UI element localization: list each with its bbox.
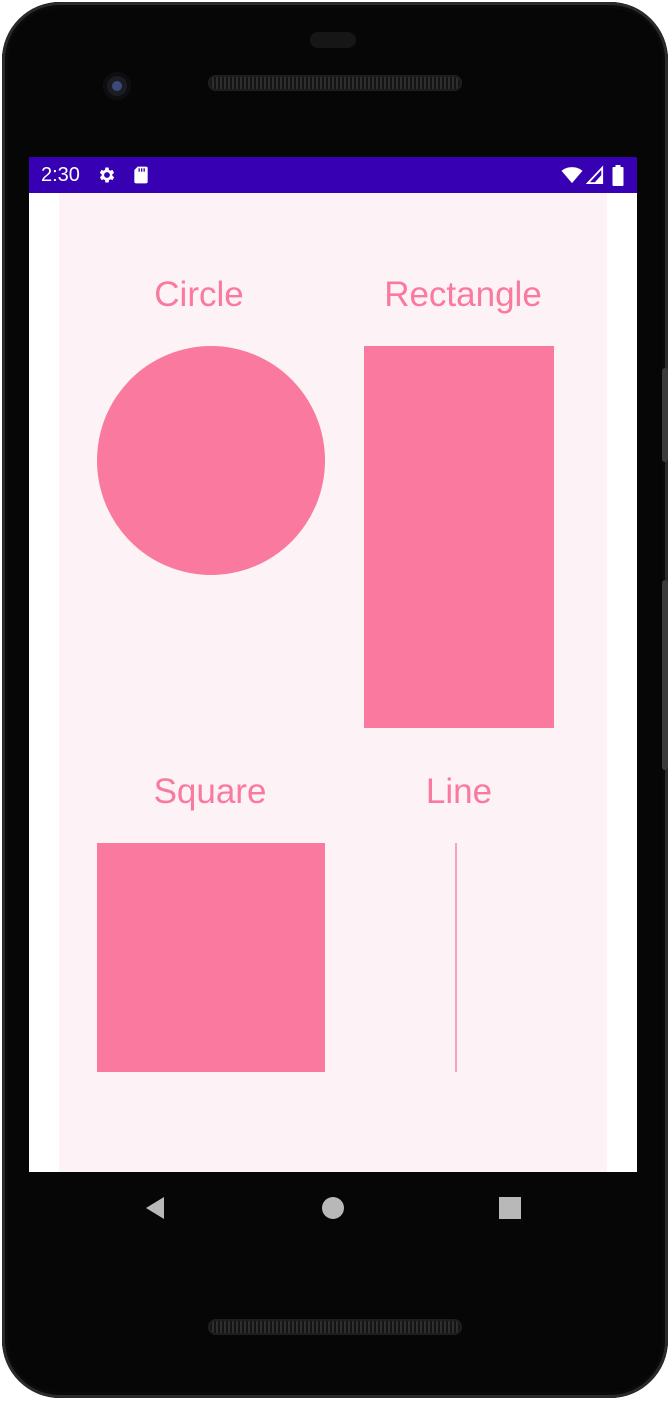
recents-icon[interactable] xyxy=(496,1194,524,1222)
wifi-icon xyxy=(561,165,583,185)
circle-label: Circle xyxy=(154,275,244,314)
back-icon[interactable] xyxy=(142,1194,170,1222)
bottom-speaker-grille xyxy=(208,1319,462,1335)
shapes-canvas: Circle Rectangle Square Line xyxy=(59,193,607,1172)
square-label: Square xyxy=(153,772,267,811)
device-screen: 2:30 Circle Rectangle Square Line xyxy=(29,157,637,1172)
sd-card-icon xyxy=(131,165,151,185)
rectangle-shape xyxy=(364,346,554,728)
line-label: Line xyxy=(425,772,493,811)
battery-icon xyxy=(611,165,631,186)
power-button xyxy=(662,368,668,462)
square-shape xyxy=(97,843,325,1072)
signal-icon xyxy=(586,165,606,185)
volume-button xyxy=(662,580,668,770)
navigation-bar xyxy=(29,1172,637,1244)
status-time: 2:30 xyxy=(41,164,80,186)
gear-icon xyxy=(97,165,117,185)
rectangle-label: Rectangle xyxy=(384,275,542,314)
home-icon[interactable] xyxy=(319,1194,347,1222)
line-shape xyxy=(455,843,457,1072)
front-camera xyxy=(103,72,131,100)
status-bar: 2:30 xyxy=(29,157,637,193)
earpiece xyxy=(310,32,356,48)
top-speaker-grille xyxy=(208,75,462,91)
circle-shape xyxy=(97,346,325,575)
